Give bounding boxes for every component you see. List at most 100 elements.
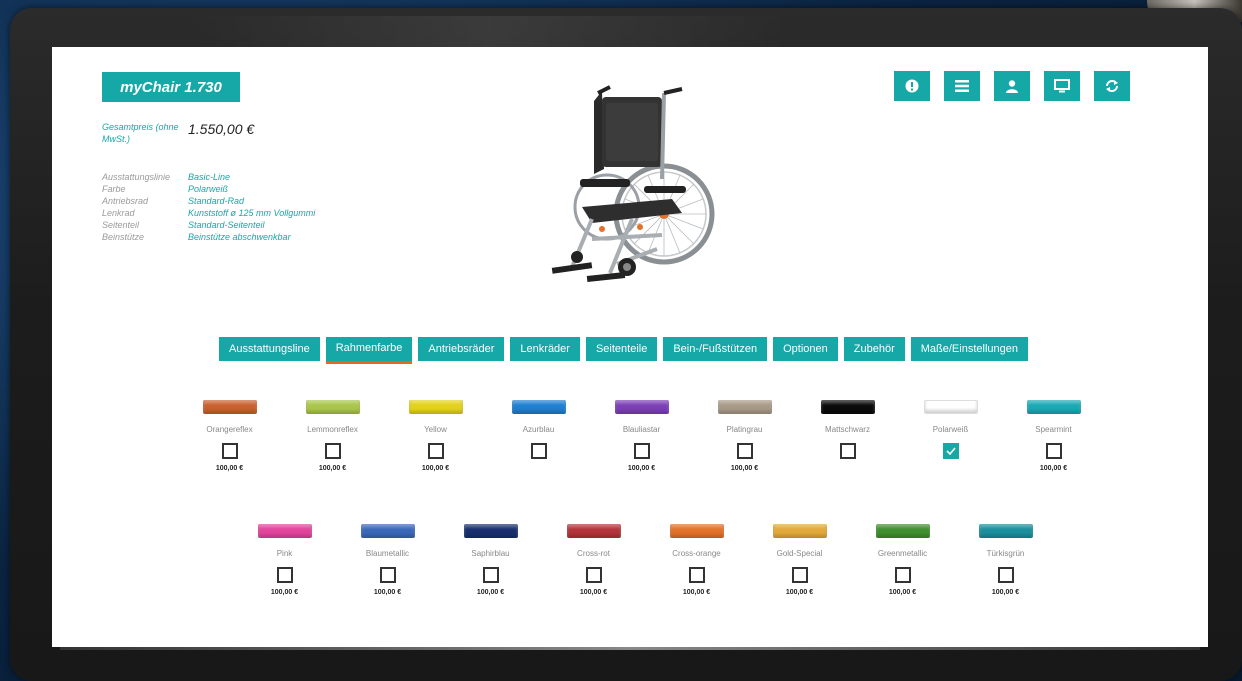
color-checkbox[interactable] (530, 443, 547, 459)
total-price-value: 1.550,00 € (188, 121, 255, 137)
color-checkbox[interactable] (482, 567, 499, 583)
color-name: Cross-orange (672, 549, 721, 558)
color-option[interactable]: Polarweiß (899, 400, 1002, 474)
tab-optionen[interactable]: Optionen (773, 337, 838, 361)
color-checkbox[interactable] (276, 567, 293, 583)
color-option[interactable]: Yellow 100,00 € (384, 400, 487, 474)
color-option[interactable]: Platingrau 100,00 € (693, 400, 796, 474)
color-price: 100,00 € (888, 589, 917, 596)
user-button[interactable] (994, 71, 1030, 101)
color-name: Lemmonreflex (307, 425, 358, 434)
color-swatch[interactable] (566, 524, 621, 538)
color-price: 100,00 € (270, 589, 299, 596)
color-name: Saphirblau (471, 549, 510, 558)
color-checkbox[interactable] (942, 443, 959, 459)
spec-value: Kunststoff ø 125 mm Vollgummi (188, 208, 316, 218)
color-checkbox[interactable] (839, 443, 856, 459)
spec-value: Standard-Rad (188, 196, 245, 206)
color-checkbox[interactable] (688, 567, 705, 583)
tab-rahmenfarbe[interactable]: Rahmenfarbe (325, 337, 413, 364)
color-price: 100,00 € (476, 589, 505, 596)
color-price: 100,00 € (421, 465, 450, 472)
color-swatch[interactable] (875, 524, 930, 538)
tab-seitenteile[interactable]: Seitenteile (585, 337, 658, 361)
color-option[interactable]: Mattschwarz (796, 400, 899, 474)
color-option[interactable]: Lemmonreflex 100,00 € (281, 400, 384, 474)
color-checkbox[interactable] (221, 443, 238, 459)
color-checkbox[interactable] (585, 567, 602, 583)
color-option[interactable]: Cross-orange 100,00 € (645, 524, 748, 598)
refresh-icon (1106, 80, 1118, 92)
info-button[interactable] (894, 71, 930, 101)
color-swatch[interactable] (978, 524, 1033, 538)
color-name: Greenmetallic (877, 549, 928, 558)
color-checkbox[interactable] (427, 443, 444, 459)
color-option[interactable]: Blaumetallic 100,00 € (336, 524, 439, 598)
tab-lenkraeder[interactable]: Lenkräder (510, 337, 580, 361)
color-checkbox[interactable] (633, 443, 650, 459)
color-swatch[interactable] (408, 400, 463, 414)
color-swatch[interactable] (614, 400, 669, 414)
color-option[interactable]: Gold-Special 100,00 € (748, 524, 851, 598)
color-price: 100,00 € (991, 589, 1020, 596)
monitor-button[interactable] (1044, 71, 1080, 101)
color-swatch[interactable] (772, 524, 827, 538)
color-checkbox[interactable] (736, 443, 753, 459)
spec-row: Ausstattungslinie Basic-Line (102, 171, 402, 183)
color-price: 100,00 € (318, 465, 347, 472)
color-checkbox[interactable] (379, 567, 396, 583)
tab-antriebsraeder[interactable]: Antriebsräder (418, 337, 505, 361)
color-swatch[interactable] (1026, 400, 1081, 414)
configurator-screen: myChair 1.730 Gesamtpreis (ohne MwSt.) 1… (52, 47, 1208, 647)
color-price: 100,00 € (730, 465, 759, 472)
color-swatch[interactable] (669, 524, 724, 538)
spec-list: Ausstattungslinie Basic-Line Farbe Polarwe… (102, 171, 402, 243)
color-swatch[interactable] (463, 524, 518, 538)
color-option[interactable]: Cross-rot 100,00 € (542, 524, 645, 598)
color-option[interactable]: Blauliastar 100,00 € (590, 400, 693, 474)
spec-value: Basic-Line (188, 172, 231, 182)
info-icon (905, 79, 919, 93)
color-option[interactable]: Spearmint 100,00 € (1002, 400, 1105, 474)
spec-row: Antriebsrad Standard-Rad (102, 195, 402, 207)
tab-bein-fussstuetzen[interactable]: Bein-/Fußstützen (663, 337, 768, 361)
color-option[interactable]: Greenmetallic 100,00 € (851, 524, 954, 598)
menu-button[interactable] (944, 71, 980, 101)
color-swatch[interactable] (360, 524, 415, 538)
color-swatch[interactable] (511, 400, 566, 414)
color-price: 100,00 € (1039, 465, 1068, 472)
color-swatch[interactable] (202, 400, 257, 414)
spec-key: Seitenteil (102, 220, 140, 230)
spec-key: Antriebsrad (102, 196, 149, 206)
spec-value: Polarweiß (188, 184, 229, 194)
color-swatch[interactable] (257, 524, 312, 538)
color-name: Türkisgrün (986, 549, 1025, 558)
monitor-icon (1054, 79, 1070, 93)
color-option[interactable]: Saphirblau 100,00 € (439, 524, 542, 598)
spec-row: Farbe Polarweiß (102, 183, 402, 195)
color-checkbox[interactable] (997, 567, 1014, 583)
color-name: Orangereflex (206, 425, 253, 434)
spec-key: Farbe (102, 184, 126, 194)
color-option[interactable]: Türkisgrün 100,00 € (954, 524, 1057, 598)
color-checkbox[interactable] (791, 567, 808, 583)
color-swatch[interactable] (305, 400, 360, 414)
color-option[interactable]: Orangereflex 100,00 € (178, 400, 281, 474)
refresh-button[interactable] (1094, 71, 1130, 101)
tab-ausstattungsline[interactable]: Ausstattungsline (219, 337, 320, 361)
tab-masse-einstellungen[interactable]: Maße/Einstellungen (910, 337, 1028, 361)
color-checkbox[interactable] (1045, 443, 1062, 459)
color-price: 100,00 € (215, 465, 244, 472)
color-swatch[interactable] (820, 400, 875, 414)
color-checkbox[interactable] (894, 567, 911, 583)
color-option[interactable]: Pink 100,00 € (233, 524, 336, 598)
color-checkbox[interactable] (324, 443, 341, 459)
tab-zubehoer[interactable]: Zubehör (843, 337, 905, 361)
color-option[interactable]: Azurblau (487, 400, 590, 474)
color-swatch[interactable] (923, 400, 978, 414)
category-tabs: Ausstattungsline Rahmenfarbe Antriebsräd… (219, 337, 1028, 364)
color-swatch[interactable] (717, 400, 772, 414)
user-icon (1006, 79, 1018, 93)
color-price: 100,00 € (627, 465, 656, 472)
spec-key: Lenkrad (102, 208, 135, 218)
